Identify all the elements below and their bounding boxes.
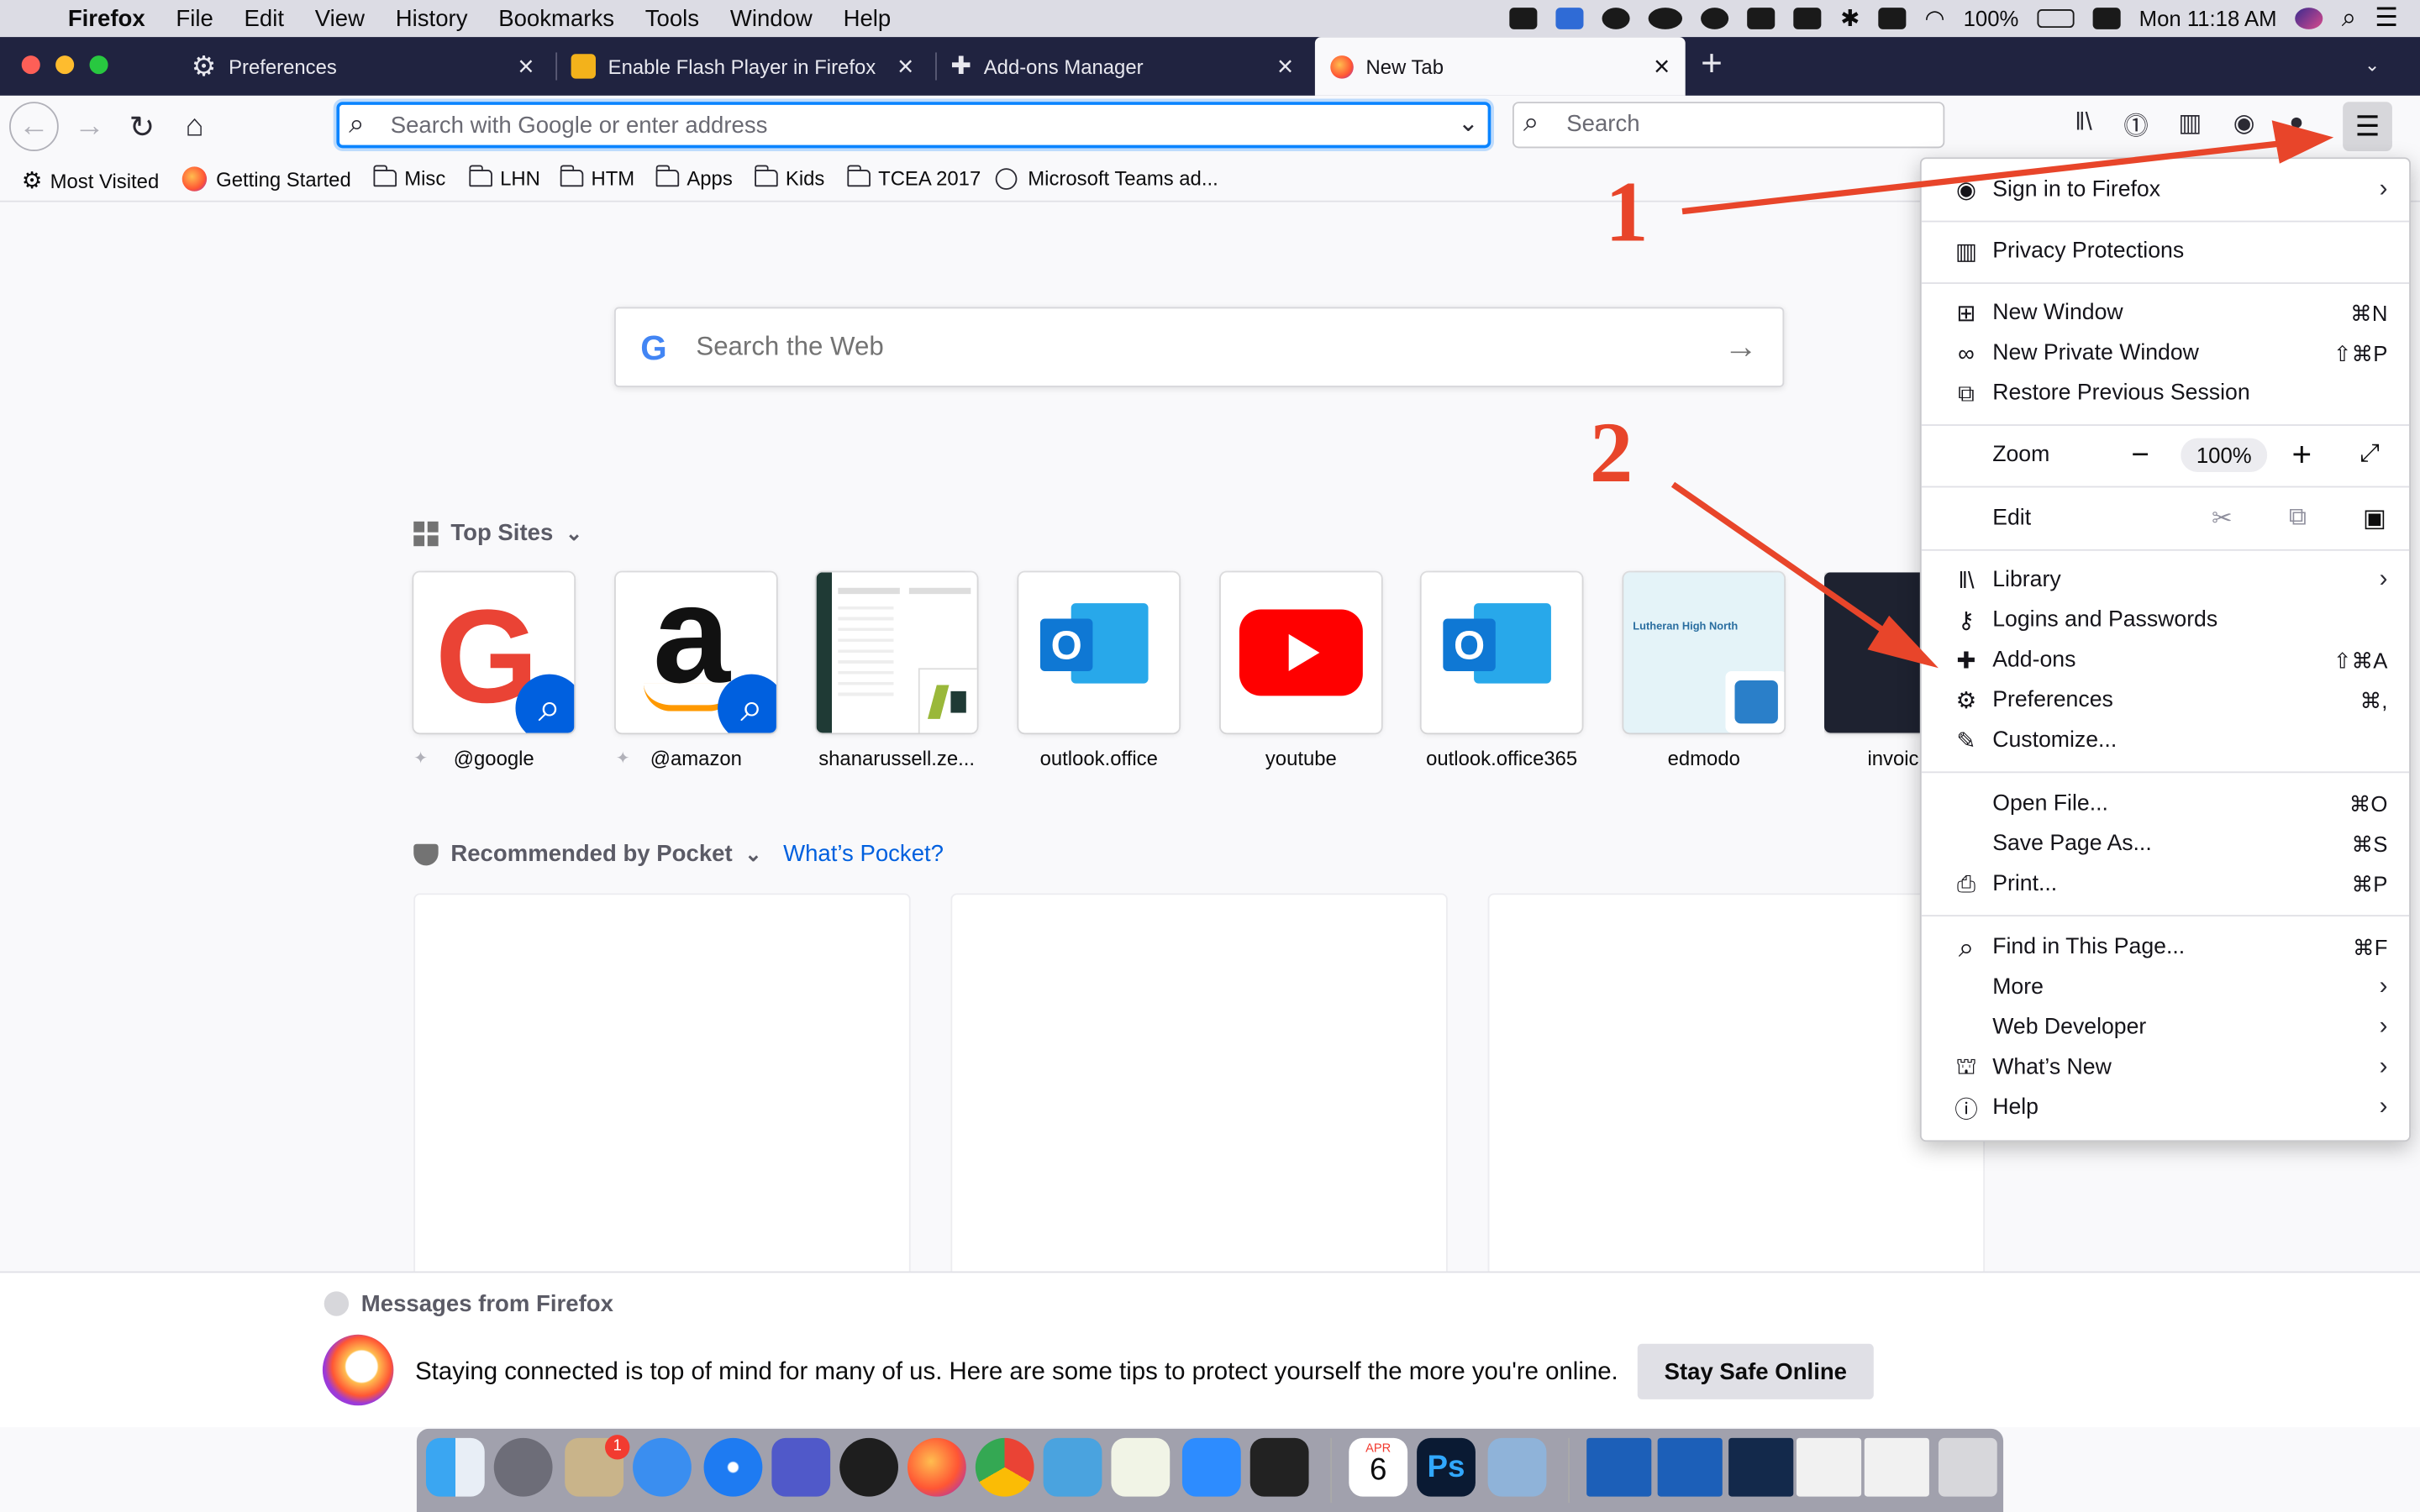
annotation-arrows	[1670, 120, 2334, 669]
arrow-1-head	[2271, 120, 2334, 164]
arrow-1-line	[1681, 140, 2282, 215]
annotation-step-2: 2	[1589, 406, 1634, 501]
arrow-2-line	[1670, 481, 1897, 642]
annotation-step-1: 1	[1605, 165, 1649, 261]
